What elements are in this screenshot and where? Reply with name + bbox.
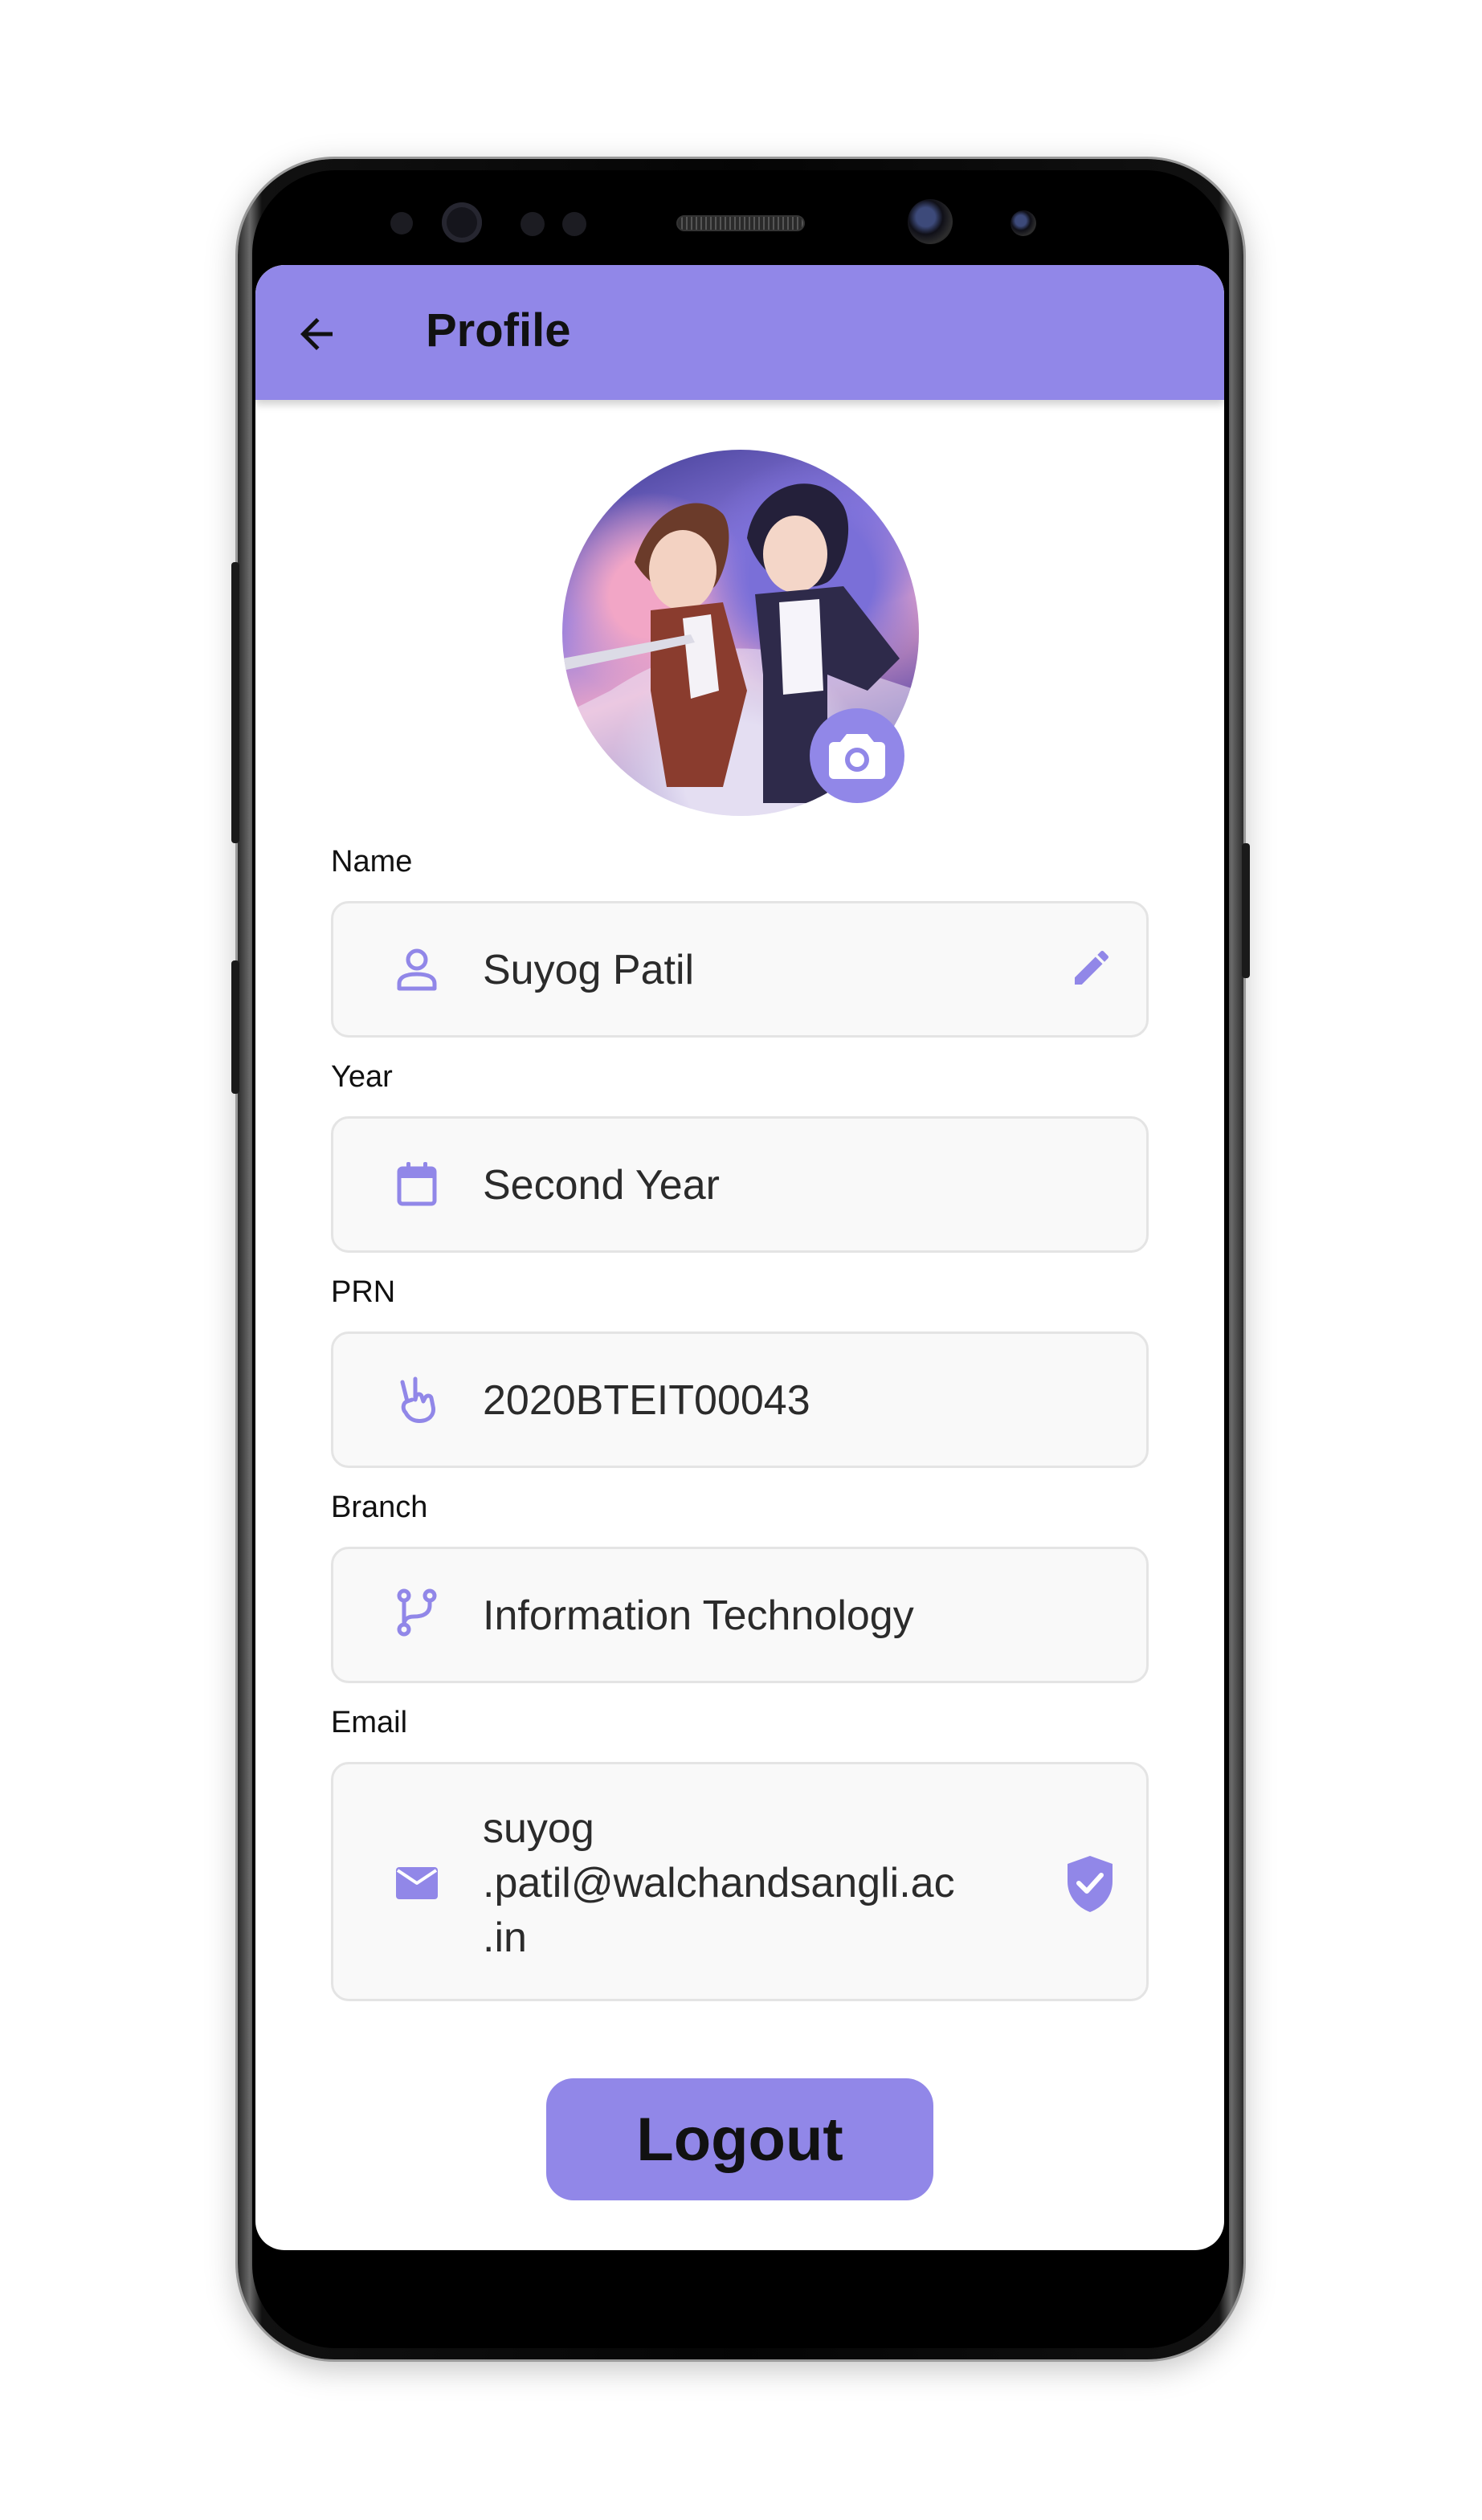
name-label: Name bbox=[331, 845, 413, 879]
prn-field: 2020BTEIT00043 bbox=[331, 1331, 1149, 1468]
volume-up-button bbox=[231, 562, 239, 843]
email-field: suyog .patil@walchandsangli.ac .in bbox=[331, 1762, 1149, 2001]
branch-field: Information Technology bbox=[331, 1547, 1149, 1683]
branch-value: Information Technology bbox=[483, 1592, 914, 1639]
year-value: Second Year bbox=[483, 1162, 720, 1209]
prn-value: 2020BTEIT00043 bbox=[483, 1377, 810, 1424]
person-icon bbox=[397, 948, 437, 991]
email-value: suyog .patil@walchandsangli.ac .in bbox=[483, 1801, 955, 1965]
change-photo-button[interactable] bbox=[810, 708, 904, 803]
back-button[interactable] bbox=[292, 310, 341, 358]
year-field: Second Year bbox=[331, 1116, 1149, 1253]
page-title: Profile bbox=[426, 304, 571, 357]
name-value: Suyog Patil bbox=[483, 947, 695, 993]
mail-icon bbox=[396, 1867, 438, 1899]
sensor-dot bbox=[390, 212, 413, 234]
email-line: suyog bbox=[483, 1805, 594, 1852]
logout-button[interactable]: Logout bbox=[546, 2078, 933, 2200]
pencil-icon bbox=[1075, 950, 1109, 985]
volume-down-button bbox=[231, 960, 239, 1094]
power-button bbox=[1242, 843, 1250, 978]
email-label: Email bbox=[331, 1706, 408, 1739]
branch-label: Branch bbox=[331, 1490, 428, 1524]
git-branch-icon bbox=[397, 1588, 437, 1637]
year-label: Year bbox=[331, 1060, 393, 1094]
arrow-back-icon bbox=[300, 318, 333, 350]
sensor-dot bbox=[562, 212, 586, 236]
calendar-icon bbox=[397, 1162, 437, 1206]
earpiece-speaker bbox=[676, 215, 805, 231]
sensor-dot bbox=[521, 212, 545, 236]
prn-label: PRN bbox=[331, 1275, 396, 1309]
peace-hand-icon bbox=[400, 1376, 435, 1423]
app-screen: Profile Name Suyog Patil Year Second Yea… bbox=[255, 265, 1224, 2250]
iris-scanner-lens bbox=[1010, 210, 1036, 236]
front-sensor bbox=[442, 202, 482, 243]
front-camera-lens bbox=[908, 199, 953, 244]
email-line: .in bbox=[483, 1914, 527, 1961]
email-line: .patil@walchandsangli.ac bbox=[483, 1860, 955, 1906]
edit-name-button[interactable] bbox=[1069, 945, 1114, 990]
app-bar: Profile bbox=[255, 265, 1224, 400]
verified-shield-icon bbox=[1068, 1856, 1113, 1912]
camera-icon bbox=[829, 734, 885, 779]
name-field: Suyog Patil bbox=[331, 901, 1149, 1038]
